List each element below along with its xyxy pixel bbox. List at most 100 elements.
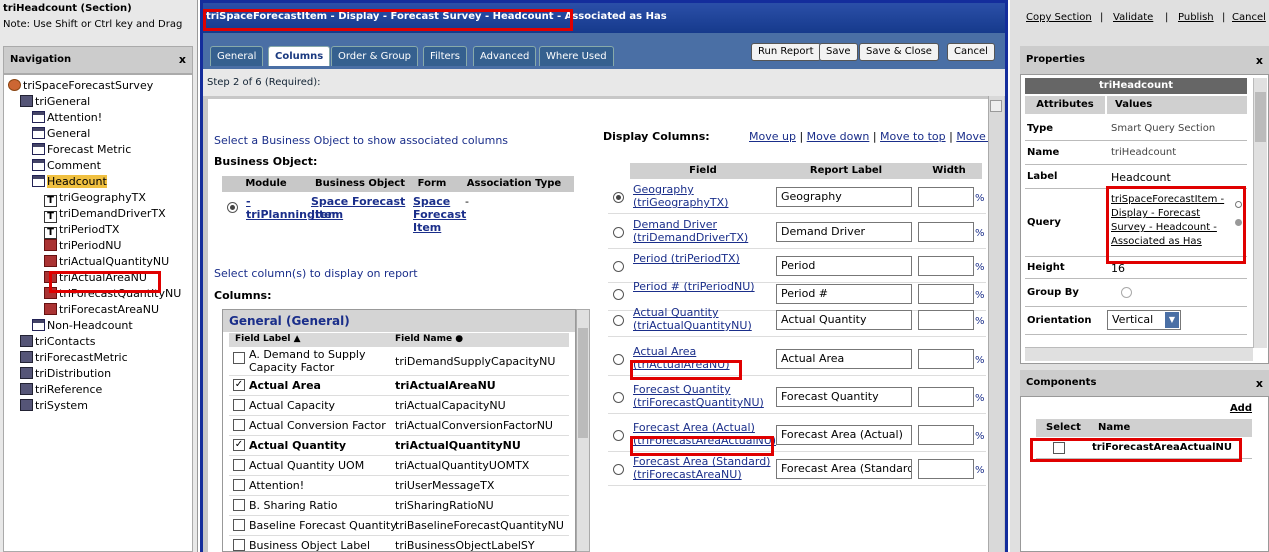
width-input[interactable] <box>918 256 974 276</box>
display-field-link[interactable]: Period # (triPeriodNU) <box>633 280 771 293</box>
group-by-radio[interactable] <box>1121 287 1132 298</box>
display-radio[interactable] <box>613 464 624 475</box>
add-component-link[interactable]: Add <box>1230 403 1252 414</box>
tree-item[interactable]: triActualAreaNU <box>44 270 147 286</box>
display-radio[interactable] <box>613 289 624 300</box>
table-row[interactable]: Actual Capacity triActualCapacityNU <box>229 396 569 416</box>
tree-item[interactable]: Comment <box>32 158 101 174</box>
close-icon[interactable]: x <box>1256 377 1263 390</box>
display-field-link[interactable]: Forecast Area (Actual) (triForecastAreaA… <box>633 421 776 447</box>
tree-item[interactable]: triReference <box>20 382 102 398</box>
report-label-input[interactable]: Actual Area <box>776 349 912 369</box>
sort-field-name[interactable]: Field Name ● <box>395 334 463 344</box>
display-field-link[interactable]: Actual Quantity (triActualQuantityNU) <box>633 306 771 332</box>
width-input[interactable] <box>918 284 974 304</box>
display-radio[interactable] <box>613 227 624 238</box>
width-input[interactable] <box>918 349 974 369</box>
component-checkbox[interactable] <box>1053 442 1065 454</box>
component-row[interactable]: triForecastAreaActualNU <box>1036 437 1252 459</box>
tab-filters[interactable]: Filters <box>423 46 467 66</box>
save-button[interactable]: Save <box>819 43 858 61</box>
tree-item[interactable]: triContacts <box>20 334 95 350</box>
clear-icon[interactable] <box>1235 219 1242 226</box>
display-field-link[interactable]: Forecast Area (Standard) (triForecastAre… <box>633 455 771 481</box>
tree-item[interactable]: Forecast Metric <box>32 142 131 158</box>
column-checkbox[interactable]: ✓ <box>233 439 245 451</box>
tree-item[interactable]: TtriGeographyTX <box>44 190 146 207</box>
report-label-input[interactable]: Period # <box>776 284 912 304</box>
properties-scroll-thumb[interactable] <box>1255 92 1266 142</box>
column-checkbox[interactable]: ✓ <box>233 379 245 391</box>
display-field-link[interactable]: Actual Area (triActualAreaNU) <box>633 345 771 371</box>
bo-module-cell[interactable]: - triPlanningItem <box>246 195 343 221</box>
report-label-input[interactable]: Geography <box>776 187 912 207</box>
column-checkbox[interactable] <box>233 539 245 551</box>
tree-item[interactable]: triSystem <box>20 398 88 414</box>
tree-item[interactable]: triForecastAreaNU <box>44 302 159 318</box>
tab-where-used[interactable]: Where Used <box>539 46 614 66</box>
table-row[interactable]: Actual Quantity UOM triActualQuantityUOMT… <box>229 456 569 476</box>
table-row[interactable]: Business Object Label triBusinessObjectLa… <box>229 536 569 551</box>
width-input[interactable] <box>918 425 974 445</box>
table-row[interactable]: ✓ Actual Area triActualAreaNU <box>229 376 569 396</box>
chevron-down-icon[interactable]: ▼ <box>1165 312 1179 328</box>
display-radio[interactable] <box>613 354 624 365</box>
column-checkbox[interactable] <box>233 459 245 471</box>
tree-item[interactable]: Attention! <box>32 110 102 126</box>
bo-radio[interactable] <box>227 202 238 213</box>
table-row[interactable]: ✓ Actual Quantity triActualQuantityNU <box>229 436 569 456</box>
orientation-select[interactable]: Vertical ▼ <box>1107 310 1181 330</box>
display-field-link[interactable]: Geography (triGeographyTX) <box>633 183 771 209</box>
properties-hscrollbar[interactable] <box>1025 347 1253 361</box>
tree-item[interactable]: General <box>32 126 90 142</box>
tab-order-group[interactable]: Order & Group <box>331 46 419 66</box>
publish-link[interactable]: Publish <box>1178 12 1214 23</box>
table-row[interactable]: Attention! triUserMessageTX <box>229 476 569 496</box>
report-label-input[interactable]: Forecast Area (Actual) <box>776 425 912 445</box>
display-radio[interactable] <box>613 192 624 203</box>
report-label-input[interactable]: Forecast Area (Standard) <box>776 459 912 479</box>
report-label-input[interactable]: Forecast Quantity <box>776 387 912 407</box>
validate-link[interactable]: Validate <box>1113 12 1153 23</box>
column-checkbox[interactable] <box>233 519 245 531</box>
tree-item[interactable]: Non-Headcount <box>32 318 133 334</box>
columns-scroll-thumb[interactable] <box>578 328 588 438</box>
column-checkbox[interactable] <box>233 352 245 364</box>
report-label-input[interactable]: Period <box>776 256 912 276</box>
display-field-link[interactable]: Period (triPeriodTX) <box>633 252 771 265</box>
tree-item[interactable]: triForecastMetric <box>20 350 128 366</box>
width-input[interactable] <box>918 310 974 330</box>
move-top-link[interactable]: Move to top <box>880 130 946 143</box>
column-checkbox[interactable] <box>233 419 245 431</box>
table-row[interactable]: Baseline Forecast Quantity triBaselineFor… <box>229 516 569 536</box>
display-field-link[interactable]: Forecast Quantity (triForecastQuantityNU… <box>633 383 771 409</box>
search-icon[interactable] <box>1235 201 1242 208</box>
table-row[interactable]: B. Sharing Ratio triSharingRatioNU <box>229 496 569 516</box>
close-icon[interactable]: x <box>179 53 186 66</box>
tab-general[interactable]: General <box>210 46 264 66</box>
tab-columns[interactable]: Columns <box>268 46 331 66</box>
report-label-input[interactable]: Actual Quantity <box>776 310 912 330</box>
display-radio[interactable] <box>613 392 624 403</box>
run-report-button[interactable]: Run Report <box>751 43 821 61</box>
properties-scrollbar[interactable] <box>1253 78 1267 348</box>
query-link[interactable]: triSpaceForecastItem - Display - Forecas… <box>1111 193 1226 249</box>
move-up-link[interactable]: Move up <box>749 130 796 143</box>
main-scrollbar[interactable] <box>988 96 1004 552</box>
cancel-button[interactable]: Cancel <box>947 43 995 61</box>
save-close-button[interactable]: Save & Close <box>859 43 939 61</box>
columns-scrollbar[interactable] <box>576 309 590 552</box>
display-radio[interactable] <box>613 315 624 326</box>
width-input[interactable] <box>918 459 974 479</box>
scroll-up-arrow-icon[interactable] <box>990 100 1002 112</box>
tree-item[interactable]: triDistribution <box>20 366 111 382</box>
table-row[interactable]: Actual Conversion Factor triActualConvers… <box>229 416 569 436</box>
column-checkbox[interactable] <box>233 499 245 511</box>
tree-item[interactable]: triPeriodNU <box>44 238 121 254</box>
display-field-link[interactable]: Demand Driver (triDemandDriverTX) <box>633 218 771 244</box>
tab-advanced[interactable]: Advanced <box>473 46 537 66</box>
width-input[interactable] <box>918 387 974 407</box>
cancel-link[interactable]: Cancel <box>1232 12 1266 23</box>
tree-item[interactable]: triSpaceForecastSurvey <box>8 78 153 94</box>
display-radio[interactable] <box>613 430 624 441</box>
